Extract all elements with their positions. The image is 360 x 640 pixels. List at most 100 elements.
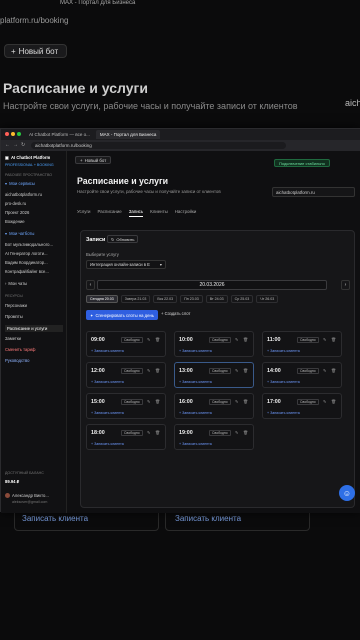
edit-icon[interactable]: ✎	[323, 368, 326, 373]
delete-icon[interactable]: 🗑	[331, 399, 336, 404]
sidebar-chatbot[interactable]: Контрафайбайнг все...	[5, 269, 49, 274]
time-slot-card[interactable]: 19:00 Свободно ✎ 🗑 + Записать клиента	[174, 424, 254, 450]
date-input[interactable]: 20.03.2026	[97, 280, 327, 290]
record-client-link[interactable]: + Записать клиента	[91, 411, 124, 415]
service-select[interactable]: Интеграция онлайн-записи в E ▾	[86, 260, 166, 269]
edit-icon[interactable]: ✎	[147, 368, 150, 373]
sidebar-my-services[interactable]: ▾ Мои сервисы	[5, 181, 35, 186]
slot-status-badge: Свободно	[121, 430, 143, 436]
edit-icon[interactable]: ✎	[323, 337, 326, 342]
sidebar-item-notes[interactable]: Заметки	[5, 336, 21, 341]
record-client-link[interactable]: + Записать клиента	[179, 380, 212, 384]
chat-support-button[interactable]: ☺	[339, 485, 355, 501]
sidebar-item-change-plan[interactable]: Сменить тариф	[5, 347, 35, 352]
tab-max-portal[interactable]: MAX - Портал для Бизнеса	[95, 130, 161, 139]
delete-icon[interactable]: 🗑	[155, 337, 160, 342]
tab-schedule[interactable]: Расписание	[98, 209, 122, 217]
new-bot-button[interactable]: + Новый бот	[75, 156, 112, 164]
time-slot-card[interactable]: 10:00 Свободно ✎ 🗑 + Записать клиента	[174, 331, 254, 357]
delete-icon[interactable]: 🗑	[243, 368, 248, 373]
back-icon[interactable]: ←	[5, 142, 10, 148]
record-client-link[interactable]: + Записать клиента	[91, 380, 124, 384]
sidebar-chatbot[interactable]: Бот мультимодального...	[5, 242, 53, 247]
create-slot-button[interactable]: + Создать слот	[161, 311, 190, 316]
sidebar-chatbot[interactable]: AI Генератор логоти...	[5, 251, 48, 256]
section-workspace: РАБОЧЕЕ ПРОСТРАНСТВО	[5, 173, 53, 177]
day-chip[interactable]: Завтра 21.03	[120, 295, 151, 303]
generate-slots-button[interactable]: ✦ Сгенерировать слоты на день	[86, 310, 158, 320]
slot-time: 11:00	[267, 337, 281, 343]
sidebar-chatbot[interactable]: Вадим Координатор...	[5, 260, 48, 265]
delete-icon[interactable]: 🗑	[331, 337, 336, 342]
sidebar-service[interactable]: pro-desk.ru	[5, 201, 26, 206]
forward-icon[interactable]: →	[13, 142, 18, 148]
chevron-right-icon: ›	[5, 281, 7, 286]
site-select[interactable]: aichatbotplatform.ru	[272, 187, 355, 197]
time-slot-card[interactable]: 15:00 Свободно ✎ 🗑 + Записать клиента	[86, 393, 166, 419]
record-client-link[interactable]: + Записать клиента	[267, 349, 300, 353]
page-subtitle: Настройте свои услуги, рабочие часы и по…	[77, 189, 221, 194]
record-client-link[interactable]: + Записать клиента	[179, 349, 212, 353]
tab-clients[interactable]: Клиенты	[150, 209, 168, 217]
create-slot-label: Создать слот	[164, 311, 191, 316]
edit-icon[interactable]: ✎	[147, 430, 150, 435]
record-client-link[interactable]: + Записать клиента	[91, 349, 124, 353]
sidebar-item-characters[interactable]: Персонажи	[5, 303, 27, 308]
delete-icon[interactable]: 🗑	[155, 399, 160, 404]
sidebar-service[interactable]: Вождение	[5, 219, 25, 224]
record-client-link[interactable]: + Записать клиента	[91, 442, 124, 446]
delete-icon[interactable]: 🗑	[243, 430, 248, 435]
edit-icon[interactable]: ✎	[235, 368, 238, 373]
day-chip[interactable]: Ср 25.03	[230, 295, 254, 303]
record-client-link[interactable]: + Записать клиента	[179, 442, 212, 446]
maximize-window-icon[interactable]	[17, 132, 21, 136]
time-slot-card[interactable]: 17:00 Свободно ✎ 🗑 + Записать клиента	[262, 393, 342, 419]
prev-day-button[interactable]: ‹	[86, 280, 95, 290]
delete-icon[interactable]: 🗑	[155, 430, 160, 435]
sidebar-my-chats[interactable]: › Мои чаты	[5, 281, 27, 286]
edit-icon[interactable]: ✎	[323, 399, 326, 404]
edit-icon[interactable]: ✎	[147, 399, 150, 404]
delete-icon[interactable]: 🗑	[155, 368, 160, 373]
sidebar-my-chatbots[interactable]: ▾ Мои чатботы	[5, 231, 34, 236]
time-slot-card[interactable]: 18:00 Свободно ✎ 🗑 + Записать клиента	[86, 424, 166, 450]
refresh-button[interactable]: ↻ Обновить	[107, 235, 139, 243]
next-day-button[interactable]: ›	[341, 280, 350, 290]
user-name[interactable]: Александр Викто...	[5, 493, 49, 498]
time-slot-card[interactable]: 14:00 Свободно ✎ 🗑 + Записать клиента	[262, 362, 342, 388]
sidebar-service[interactable]: aichatbotplatform.ru	[5, 192, 42, 197]
day-chip[interactable]: Вск 22.03	[153, 295, 178, 303]
record-client-link[interactable]: + Записать клиента	[267, 411, 300, 415]
tab-ai-chatbot[interactable]: AI Chatbot Platform — все о...	[25, 130, 94, 139]
time-slot-card[interactable]: 12:00 Свободно ✎ 🗑 + Записать клиента	[86, 362, 166, 388]
tab-settings[interactable]: Настройки	[175, 209, 197, 217]
edit-icon[interactable]: ✎	[235, 430, 238, 435]
delete-icon[interactable]: 🗑	[243, 337, 248, 342]
sidebar-service[interactable]: Проект 2026	[5, 210, 29, 215]
edit-icon[interactable]: ✎	[235, 337, 238, 342]
record-client-link[interactable]: + Записать клиента	[267, 380, 300, 384]
time-slot-card[interactable]: 13:00 Свободно ✎ 🗑 + Записать клиента	[174, 362, 254, 388]
tab-booking[interactable]: Запись	[128, 209, 144, 217]
tab-services[interactable]: Услуги	[77, 209, 91, 217]
day-chip[interactable]: Сегодня 20.03	[86, 295, 118, 303]
url-input[interactable]: aichatbotplatform.ru/booking	[31, 142, 286, 149]
sidebar-item-schedule[interactable]: Расписание и услуги	[5, 325, 63, 332]
edit-icon[interactable]: ✎	[235, 399, 238, 404]
edit-icon[interactable]: ✎	[147, 337, 150, 342]
minimize-window-icon[interactable]	[11, 132, 15, 136]
sidebar-item-prompts[interactable]: Промпты	[5, 314, 23, 319]
time-slot-card[interactable]: 16:00 Свободно ✎ 🗑 + Записать клиента	[174, 393, 254, 419]
record-client-link[interactable]: + Записать клиента	[179, 411, 212, 415]
day-chip[interactable]: Чт 26.03	[256, 295, 279, 303]
close-window-icon[interactable]	[5, 132, 9, 136]
delete-icon[interactable]: 🗑	[331, 368, 336, 373]
day-chip[interactable]: Вт 24.03	[205, 295, 228, 303]
delete-icon[interactable]: 🗑	[243, 399, 248, 404]
my-chats-label: Мои чаты	[8, 281, 28, 286]
sidebar-item-guide[interactable]: Руководство	[5, 358, 29, 363]
day-chip[interactable]: Пн 23.03	[180, 295, 203, 303]
reload-icon[interactable]: ↻	[21, 142, 25, 148]
time-slot-card[interactable]: 09:00 Свободно ✎ 🗑 + Записать клиента	[86, 331, 166, 357]
time-slot-card[interactable]: 11:00 Свободно ✎ 🗑 + Записать клиента	[262, 331, 342, 357]
